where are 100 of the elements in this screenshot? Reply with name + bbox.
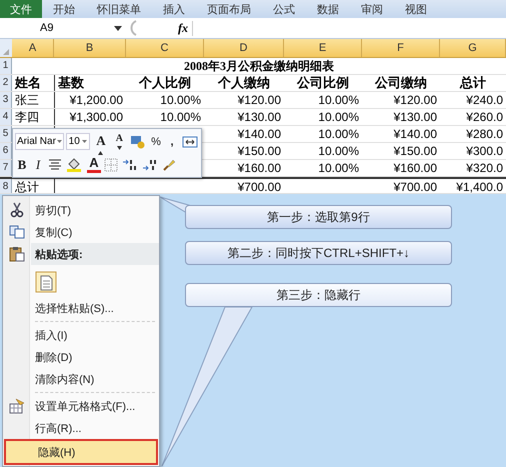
- row-header[interactable]: 4: [0, 109, 12, 125]
- row-header[interactable]: 8: [0, 179, 12, 193]
- column-title: 公司比例: [296, 75, 350, 91]
- row-header[interactable]: 5: [0, 126, 12, 142]
- menu-section-header: 粘贴选项:: [34, 248, 83, 262]
- table-cell-text: 10.00%: [317, 126, 360, 142]
- table-cell-text: ¥140.00: [236, 126, 282, 142]
- ribbon-tab[interactable]: 开始: [42, 0, 86, 18]
- menu-item[interactable]: 清除内容(N): [3, 368, 159, 390]
- grow-font-button[interactable]: A: [92, 132, 110, 150]
- ribbon-tab[interactable]: 审阅: [350, 0, 394, 18]
- table-cell-text: ¥120.00: [392, 92, 438, 108]
- table-cell-text: 李四: [14, 109, 40, 125]
- menu-item[interactable]: 隐藏(H): [4, 439, 158, 465]
- italic-button[interactable]: I: [31, 156, 45, 174]
- table-cell-text: 10.00%: [317, 160, 360, 176]
- table-cell-text: ¥260.0: [465, 109, 504, 125]
- table-cell-text: 10.00%: [317, 109, 360, 125]
- menu-item[interactable]: 设置单元格格式(F)...: [3, 395, 159, 417]
- column-title: 基数: [54, 75, 126, 91]
- row-header[interactable]: 6: [0, 143, 12, 159]
- table-cell-text: ¥300.0: [465, 143, 504, 159]
- ribbon-tab[interactable]: 页面布局: [196, 0, 262, 18]
- table-cell-text: 10.00%: [317, 143, 360, 159]
- clipboard-icon: [9, 246, 25, 262]
- table-cell: ¥1,300.00: [54, 109, 126, 125]
- step-callout: 第二步：同时按下CTRL+SHIFT+↓: [185, 241, 452, 265]
- menu-item[interactable]: 剪切(T): [3, 199, 159, 221]
- table-cell-text: ¥240.0: [465, 92, 504, 108]
- paintbrush-icon[interactable]: [162, 158, 176, 172]
- menu-item[interactable]: 选择性粘贴(S)...: [3, 297, 159, 319]
- percent-button[interactable]: %: [149, 132, 163, 150]
- font-name-field[interactable]: Arial Nar: [15, 133, 64, 150]
- ribbon-tab[interactable]: 插入: [152, 0, 196, 18]
- row-header[interactable]: 3: [0, 92, 12, 108]
- table-cell-text: ¥700.00: [392, 179, 438, 193]
- column-header[interactable]: G: [440, 39, 506, 57]
- sheet-title: 2008年3月公积金缴纳明细表: [183, 58, 335, 74]
- ribbon-tab[interactable]: 文件: [0, 0, 42, 18]
- insert-function-button[interactable]: fx: [178, 20, 193, 36]
- ribbon-tab[interactable]: 数据: [306, 0, 350, 18]
- bold-button[interactable]: B: [15, 156, 29, 174]
- ribbon-tab[interactable]: 公式: [262, 0, 306, 18]
- menu-item[interactable]: 复制(C): [3, 221, 159, 243]
- merge-cells-icon[interactable]: [182, 134, 198, 148]
- name-box[interactable]: A9: [0, 22, 108, 34]
- dropdown-caret-icon[interactable]: [114, 26, 122, 30]
- column-header[interactable]: C: [126, 39, 204, 57]
- table-cell-text: ¥1,400.0: [455, 179, 504, 193]
- table-cell-text: 10.00%: [317, 92, 360, 108]
- up-triangle-icon: [98, 150, 104, 154]
- column-header[interactable]: D: [204, 39, 284, 57]
- format-cells-icon: [9, 398, 25, 414]
- borders-icon[interactable]: [104, 158, 118, 172]
- column-title: 公司缴纳: [374, 75, 428, 91]
- column-title: 个人缴纳: [217, 75, 271, 91]
- ribbon-tab[interactable]: 视图: [394, 0, 438, 18]
- fill-color-icon[interactable]: [66, 158, 84, 172]
- increase-decimal-icon[interactable]: [122, 158, 138, 172]
- table-cell-text: ¥140.00: [392, 126, 438, 142]
- center-align-icon[interactable]: [48, 158, 62, 170]
- menu-item[interactable]: 插入(I): [3, 324, 159, 346]
- decrease-decimal-icon[interactable]: [142, 158, 158, 172]
- shrink-font-button[interactable]: A: [112, 132, 127, 150]
- column-title: 总计: [458, 75, 487, 91]
- table-cell-text: 张三: [14, 92, 40, 108]
- table-cell-text: ¥130.00: [236, 109, 282, 125]
- column-header[interactable]: B: [54, 39, 126, 57]
- scissors-icon: [10, 202, 24, 218]
- row-header[interactable]: 1: [0, 58, 12, 74]
- table-cell-text: ¥150.00: [392, 143, 438, 159]
- comma-style-button[interactable]: ,: [165, 132, 179, 150]
- table-cell-text: ¥160.00: [236, 160, 282, 176]
- divider-grip-icon: [128, 20, 138, 36]
- step-callout: 第三步：隐藏行: [185, 283, 452, 307]
- menu-item[interactable]: 行高(R)...: [3, 417, 159, 439]
- column-title: 姓名: [14, 75, 42, 91]
- column-title: 个人比例: [138, 75, 192, 91]
- currency-format-icon[interactable]: [130, 134, 146, 148]
- table-cell-text: 10.00%: [159, 109, 202, 125]
- ribbon-tab[interactable]: 怀旧菜单: [86, 0, 152, 18]
- menu-item[interactable]: 删除(D): [3, 346, 159, 368]
- step-callout: 第一步：选取第9行: [185, 205, 452, 229]
- font-color-button[interactable]: A: [87, 156, 101, 173]
- column-header[interactable]: F: [362, 39, 440, 57]
- table-cell-text: 10.00%: [159, 92, 202, 108]
- row-header[interactable]: 7: [0, 160, 12, 176]
- table-cell-text: ¥700.00: [236, 179, 282, 193]
- paste-option-icon[interactable]: [35, 269, 57, 293]
- table-cell-text: ¥130.00: [392, 109, 438, 125]
- table-cell-text: ¥150.00: [236, 143, 282, 159]
- table-cell-text: ¥320.0: [465, 160, 504, 176]
- column-header[interactable]: E: [284, 39, 362, 57]
- table-cell: ¥1,200.00: [54, 92, 126, 108]
- table-cell-text: ¥160.00: [392, 160, 438, 176]
- column-header[interactable]: A: [12, 39, 54, 57]
- font-size-field[interactable]: 10: [66, 133, 90, 150]
- down-triangle-icon: [116, 146, 122, 150]
- table-cell-text: ¥280.0: [465, 126, 504, 142]
- row-header[interactable]: 2: [0, 75, 12, 91]
